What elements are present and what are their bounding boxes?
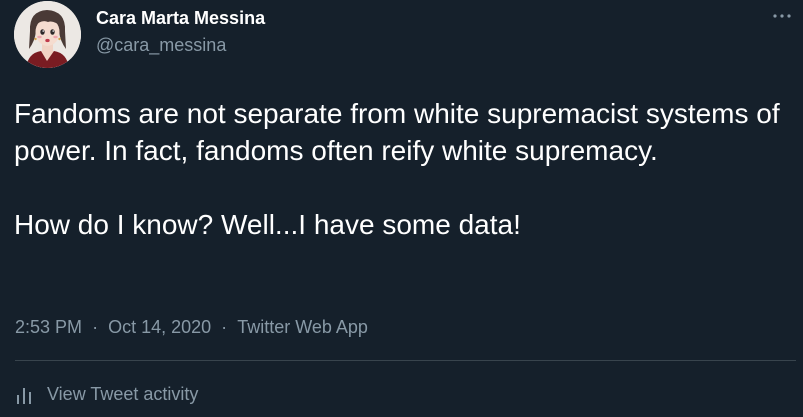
tweet-paragraph: How do I know? Well...I have some data! <box>14 209 521 240</box>
more-dots-icon <box>773 14 791 18</box>
tweet-paragraph: Fandoms are not separate from white supr… <box>14 98 780 166</box>
tweet-text: Fandoms are not separate from white supr… <box>14 95 784 243</box>
author-display-name[interactable]: Cara Marta Messina <box>96 8 265 29</box>
view-tweet-activity-link[interactable]: View Tweet activity <box>14 384 198 405</box>
author-handle[interactable]: @cara_messina <box>96 35 226 56</box>
tweet-time[interactable]: 2:53 PM <box>15 317 82 338</box>
more-options-button[interactable] <box>767 6 797 26</box>
tweet-card: Cara Marta Messina @cara_messina Fandoms… <box>0 0 803 417</box>
tweet-date[interactable]: Oct 14, 2020 <box>108 317 211 338</box>
tweet-source[interactable]: Twitter Web App <box>237 317 368 338</box>
view-tweet-activity-label: View Tweet activity <box>47 384 199 404</box>
bar-chart-icon <box>17 387 31 404</box>
meta-separator: · <box>92 317 99 337</box>
avatar[interactable] <box>14 1 81 68</box>
tweet-meta: 2:53 PM · Oct 14, 2020 · Twitter Web App <box>15 317 368 338</box>
meta-separator: · <box>221 317 228 337</box>
avatar-illustration-icon <box>14 1 81 68</box>
divider <box>15 360 796 361</box>
